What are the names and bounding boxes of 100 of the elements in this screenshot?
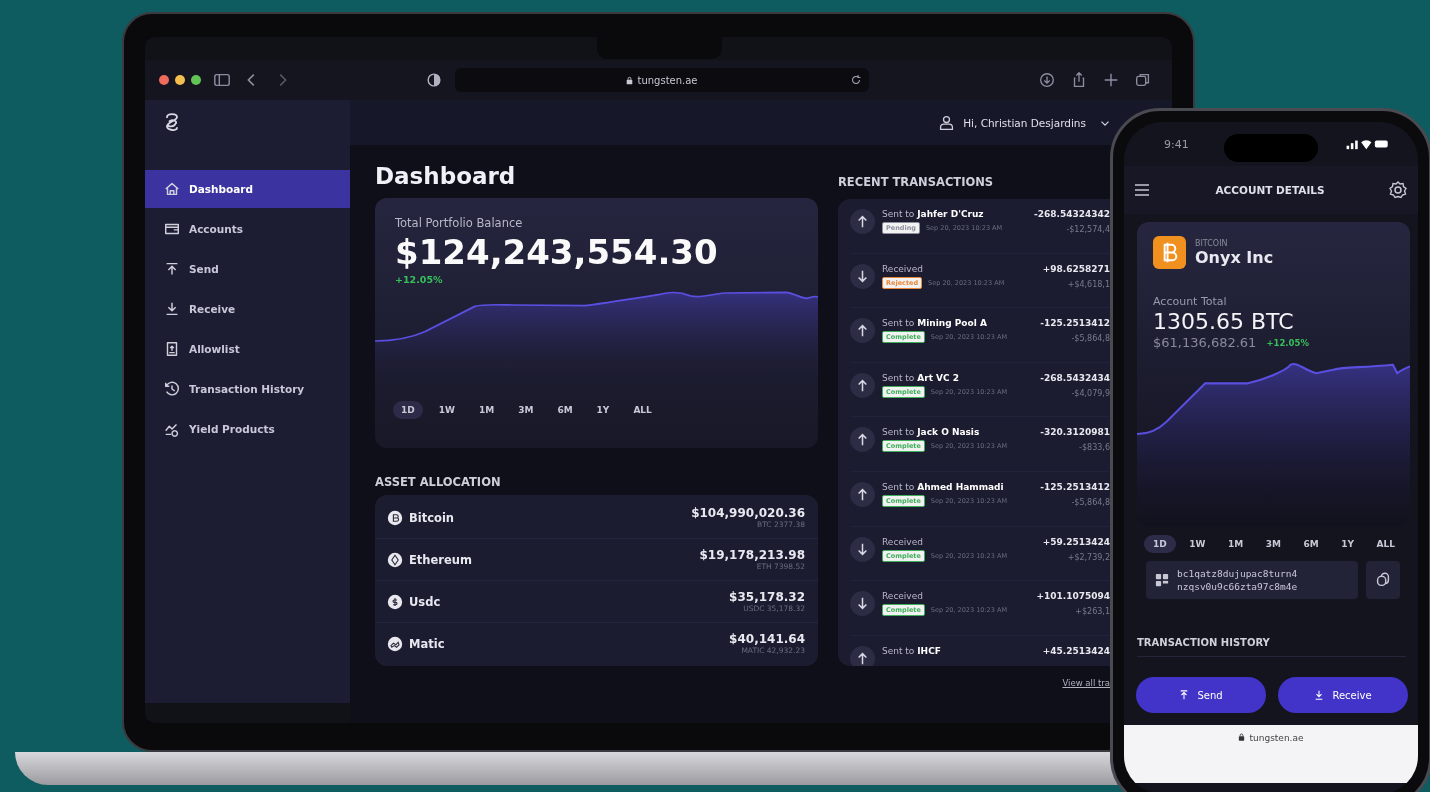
account-total: 1305.65 BTC [1153,309,1295,334]
status-time: 9:41 [1164,137,1189,151]
transaction-amount: -320.3120981 [1040,427,1110,438]
arrow-down-icon [850,263,875,289]
range-tab[interactable]: 3M [510,401,542,419]
transaction-description: Received [882,536,924,547]
asset-name: Ethereum [409,552,472,567]
transaction-description: Sent to Mining Pool A [882,318,988,329]
user-menu[interactable]: Hi, Christian Desjardins [938,114,1112,131]
transaction-amount: +59.2513424 [1042,536,1110,547]
transaction-amount: +101.1075094 [1036,591,1110,602]
range-tab[interactable]: 1W [430,401,463,419]
minimize-window-icon[interactable] [175,75,185,85]
transaction-fiat: -$4,079,9 [1071,388,1110,398]
range-tab[interactable]: 3M [1256,535,1290,553]
receive-button[interactable]: Receive [1278,677,1408,713]
transaction-fiat: -$5,864,8 [1071,497,1110,507]
coin-icon [387,593,403,610]
transaction-description: Sent to Art VC 2 [882,372,961,383]
coin-icon [387,551,403,568]
total-label: Account Total [1153,295,1228,308]
section-title: ASSET ALLOCATION [375,475,502,489]
arrow-up-icon [850,209,875,234]
status-icons [1346,138,1390,150]
transaction-description: Sent to IHCF [882,645,941,656]
asset-name: Usdc [409,594,441,609]
sidebar-item[interactable]: Yield Products [145,410,350,448]
sidebar-item[interactable]: Receive [145,290,350,328]
transaction-fiat: -$12,574,4 [1066,225,1110,234]
screen-title: ACCOUNT DETAILS [1214,184,1326,196]
arrow-up-icon [850,645,875,666]
arrow-up-icon [850,427,875,453]
tabs-overview-icon[interactable] [1134,71,1152,89]
range-tab[interactable]: 6M [549,401,581,419]
range-tab[interactable]: 1D [1144,535,1176,553]
privacy-icon[interactable] [425,71,443,89]
range-tab[interactable]: ALL [1367,535,1404,553]
nav-icon [163,380,181,398]
range-tab[interactable]: 1D [393,401,423,419]
lock-icon [1238,733,1246,741]
range-tab[interactable]: 6M [1294,535,1328,553]
range-tab[interactable]: 1M [1219,535,1253,553]
settings-icon[interactable] [1388,180,1408,200]
download-icon[interactable] [1038,71,1056,89]
account-fiat: $61,136,682.61 [1153,335,1257,350]
close-window-icon[interactable] [159,75,169,85]
lock-icon [626,75,634,85]
sidebar-item[interactable]: Accounts [145,210,350,248]
transaction-amount: -125.2513412 [1040,318,1110,329]
view-all-link[interactable]: View all tra [1062,678,1110,688]
transaction-fiat: +$4,618,1 [1067,279,1110,289]
transaction-fiat: -$833,6 [1079,443,1110,453]
balance-label: Total Portfolio Balance [395,216,524,230]
phone-address-bar[interactable]: tungsten.ae [1124,725,1418,783]
address-field[interactable]: bc1qatz8dujupac8turn4 nzqsv0u9c66zta97c8m4e [1146,561,1358,599]
arrow-up-icon [850,318,875,344]
user-icon [938,114,956,131]
range-tab[interactable]: 1Y [1332,535,1364,553]
balance-amount: $124,243,554.30 [395,232,719,272]
transaction-description: Received [882,263,924,274]
arrow-down-icon [850,536,875,562]
range-tab[interactable]: 1W [1180,535,1215,553]
asset-name: Bitcoin [409,510,455,525]
new-tab-icon[interactable] [1102,71,1120,89]
zoom-window-icon[interactable] [191,75,201,85]
asset-value: $35,178.32 [729,590,805,604]
range-tab[interactable]: ALL [625,401,660,419]
nav-icon [163,180,181,198]
reload-icon[interactable] [849,73,863,87]
asset-value: $104,990,020.36 [691,506,805,520]
range-tab[interactable]: 1Y [588,401,618,419]
transaction-amount: +98.6258271 [1042,263,1110,274]
transaction-amount: -268.5432434 [1040,372,1110,383]
download-icon [1314,690,1325,700]
section-title: TRANSACTION HISTORY [1137,637,1406,657]
section-title: RECENT TRANSACTIONS [838,175,995,189]
copy-icon [1374,571,1392,589]
bitcoin-icon [1153,236,1186,269]
coin-icon [387,635,403,652]
transaction-fiat: +$263,1 [1075,607,1110,617]
sidebar-item[interactable]: Transaction History [145,370,350,408]
sidebar-item[interactable]: Allowlist [145,330,350,368]
transaction-fiat: +$2,739,2 [1067,552,1110,562]
sidebar-item[interactable]: Dashboard [145,170,350,208]
address-bar[interactable]: tungsten.ae [455,68,869,92]
account-change: +12.05% [1266,337,1309,348]
sidebar-toggle-icon[interactable] [213,71,231,89]
qr-code-icon [1155,573,1169,587]
asset-value: $19,178,213.98 [699,548,805,562]
transaction-amount: -125.2513412 [1040,481,1110,492]
copy-button[interactable] [1366,561,1400,599]
arrow-up-icon [850,372,875,398]
coin-icon [387,509,403,526]
sidebar-item[interactable]: Send [145,250,350,288]
arrow-up-icon [850,481,875,507]
send-button[interactable]: Send [1136,677,1266,713]
range-tab[interactable]: 1M [470,401,503,419]
page-title: Dashboard [375,162,517,191]
transaction-description: Sent to Ahmed Hammadi [882,481,1005,492]
transaction-fiat: -$5,864,8 [1071,334,1110,344]
